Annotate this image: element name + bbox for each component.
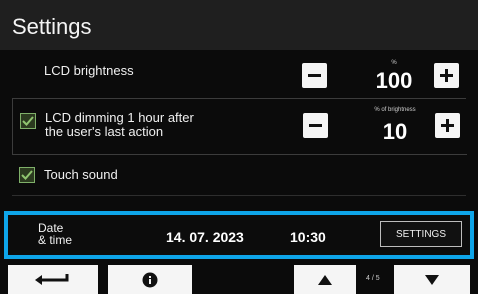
info-icon (142, 272, 158, 287)
scroll-down-button[interactable] (394, 265, 470, 294)
back-icon (35, 273, 69, 285)
settings-screen: Settings LCD brightness % 100 LCD dimmin… (0, 0, 478, 294)
datetime-label-line2: & time (38, 233, 73, 247)
plus-icon-vertical (445, 69, 448, 82)
dimming-increase-button[interactable] (435, 113, 460, 138)
lcd-brightness-label: LCD brightness (44, 63, 134, 78)
plus-icon-vertical (446, 119, 449, 132)
setting-row-touch-sound: Touch sound (12, 155, 466, 196)
down-arrow-icon (425, 274, 439, 285)
checkmark-icon (21, 170, 33, 180)
setting-row-lcd-brightness: LCD brightness % 100 (12, 54, 466, 99)
header: Settings (0, 0, 478, 50)
datetime-label: Date & time (38, 222, 72, 246)
dimming-decrease-button[interactable] (303, 113, 328, 138)
scroll-up-button[interactable] (294, 265, 356, 294)
brightness-value: 100 (375, 68, 413, 93)
datetime-row: Date & time 14. 07. 2023 10:30 SETTINGS (4, 211, 474, 259)
checkmark-icon (22, 116, 34, 126)
datetime-settings-button[interactable]: SETTINGS (380, 221, 462, 247)
lcd-dimming-label-line1: LCD dimming 1 hour after (45, 110, 194, 125)
up-arrow-icon (318, 274, 332, 285)
setting-row-lcd-dimming: LCD dimming 1 hour after the user's last… (12, 99, 467, 155)
time-value: 10:30 (290, 229, 326, 245)
touch-sound-label: Touch sound (44, 167, 118, 182)
minus-icon (308, 74, 321, 77)
back-button[interactable] (8, 265, 98, 294)
touch-sound-checkbox[interactable] (19, 167, 35, 183)
lcd-dimming-label: LCD dimming 1 hour after the user's last… (45, 111, 194, 139)
info-button[interactable] (108, 265, 192, 294)
brightness-increase-button[interactable] (434, 63, 459, 88)
lcd-dimming-checkbox[interactable] (20, 113, 36, 129)
page-title: Settings (12, 14, 92, 39)
brightness-decrease-button[interactable] (302, 63, 327, 88)
dimming-unit: % of brightness (374, 107, 416, 113)
brightness-unit: % (391, 60, 397, 66)
date-value: 14. 07. 2023 (166, 229, 244, 245)
minus-icon (309, 124, 322, 127)
page-indicator: 4 / 5 (366, 275, 380, 282)
dimming-value: 10 (382, 119, 408, 144)
lcd-dimming-label-line2: the user's last action (45, 124, 164, 139)
bottom-nav-bar: 4 / 5 (0, 265, 478, 294)
